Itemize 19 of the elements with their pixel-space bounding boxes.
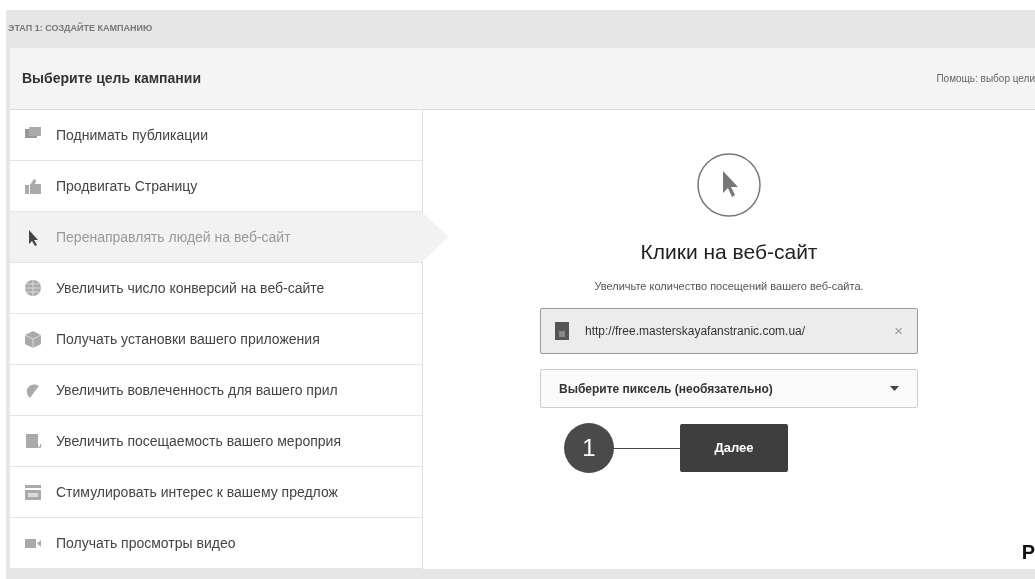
calendar-icon (24, 432, 42, 450)
figure-caption: Р (1021, 540, 1035, 565)
cube-icon (24, 330, 42, 348)
url-field[interactable]: http://free.masterskayafanstranic.com.ua/ × (540, 308, 918, 354)
panel-title: Выберите цель кампании (22, 69, 202, 88)
step-label: ЭТАП 1: СОЗДАЙТЕ КАМПАНИЮ (8, 22, 153, 36)
store-icon (24, 483, 42, 501)
page-icon (555, 322, 569, 340)
callout-number: 1 (564, 423, 614, 473)
leader-line (614, 447, 680, 449)
globe-icon (24, 279, 42, 297)
caret-icon (890, 386, 899, 391)
pixel-dropdown[interactable]: Выберите пиксель (необязательно) (540, 369, 918, 408)
help-link[interactable]: Помощь: выбор цели (936, 71, 1035, 86)
detail-title: Клики на веб-сайт (640, 239, 818, 265)
cursor-circle-icon (696, 152, 762, 218)
next-button[interactable]: Далее (680, 424, 788, 472)
thumbs-up-icon (24, 177, 42, 195)
detail-description: Увеличьте количество посещений вашего веб-сайта. (594, 278, 864, 294)
